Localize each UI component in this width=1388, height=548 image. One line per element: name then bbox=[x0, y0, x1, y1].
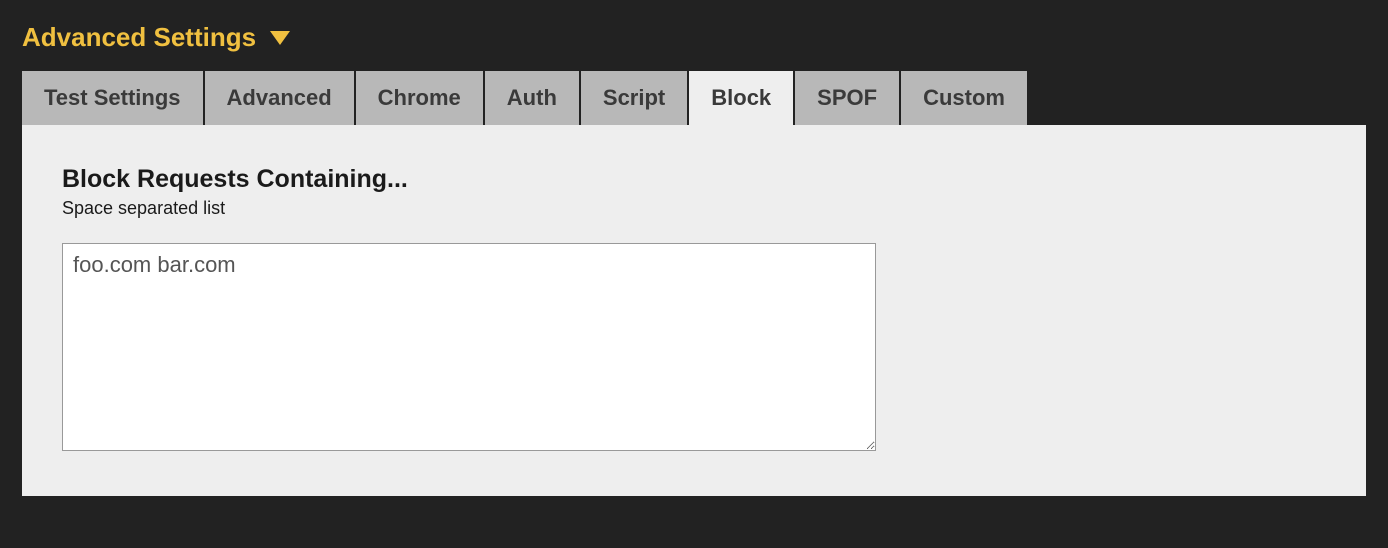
tab-block[interactable]: Block bbox=[689, 71, 793, 125]
tabs-bar: Test Settings Advanced Chrome Auth Scrip… bbox=[22, 71, 1366, 125]
tab-custom[interactable]: Custom bbox=[901, 71, 1027, 125]
page-title: Advanced Settings bbox=[22, 22, 256, 53]
tab-content-panel: Block Requests Containing... Space separ… bbox=[22, 125, 1366, 496]
chevron-down-icon bbox=[270, 31, 290, 45]
section-heading: Block Requests Containing... bbox=[62, 165, 1326, 194]
tab-test-settings[interactable]: Test Settings bbox=[22, 71, 203, 125]
tab-auth[interactable]: Auth bbox=[485, 71, 579, 125]
tab-advanced[interactable]: Advanced bbox=[205, 71, 354, 125]
advanced-settings-toggle[interactable]: Advanced Settings bbox=[22, 22, 1366, 53]
section-subtitle: Space separated list bbox=[62, 198, 1326, 219]
tab-script[interactable]: Script bbox=[581, 71, 687, 125]
tab-spof[interactable]: SPOF bbox=[795, 71, 899, 125]
tab-chrome[interactable]: Chrome bbox=[356, 71, 483, 125]
block-requests-input[interactable] bbox=[62, 243, 876, 451]
